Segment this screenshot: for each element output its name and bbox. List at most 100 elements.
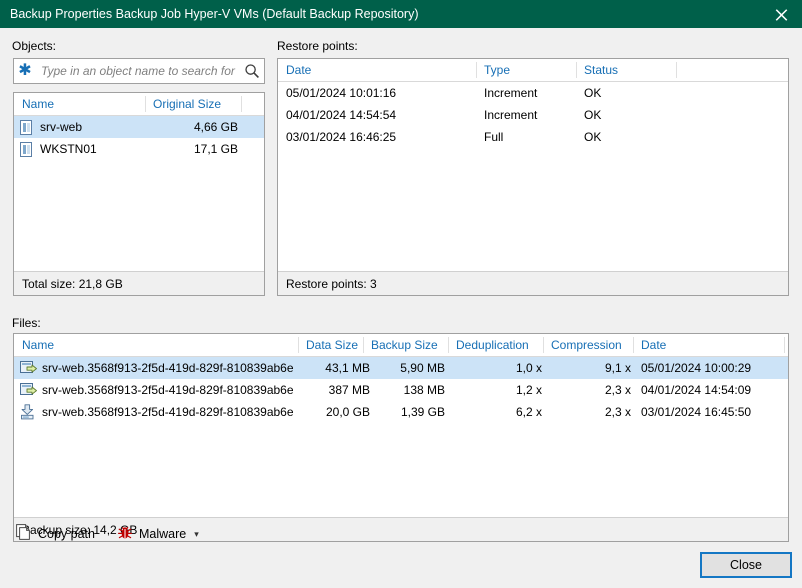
column-divider[interactable] xyxy=(298,337,299,353)
restore-points-count: Restore points: 3 xyxy=(278,271,788,295)
restore-points-label: Restore points: xyxy=(277,39,358,53)
file-data-size: 43,1 MB xyxy=(325,361,370,375)
column-divider[interactable] xyxy=(543,337,544,353)
column-divider[interactable] xyxy=(363,337,364,353)
close-glyph xyxy=(775,8,787,21)
close-button-label: Close xyxy=(730,558,762,572)
file-compression: 2,3 x xyxy=(604,383,631,397)
malware-label: Malware xyxy=(138,527,187,541)
chevron-down-icon[interactable]: ▾ xyxy=(194,529,199,540)
search-placeholder: Type in an object name to search for xyxy=(41,64,235,78)
file-name: srv-web.3568f913-2f5d-419d-829f-810839ab… xyxy=(42,405,294,419)
file-name: srv-web.3568f913-2f5d-419d-829f-810839ab… xyxy=(42,361,294,375)
malware-button[interactable]: Malware ▾ xyxy=(115,523,201,546)
objects-column-original-size[interactable]: Original Size xyxy=(153,93,238,115)
increment-file-icon xyxy=(20,382,37,398)
column-divider[interactable] xyxy=(633,337,634,353)
table-row[interactable]: WKSTN01 17,1 GB xyxy=(14,138,264,160)
objects-list-panel: Name Original Size srv-web 4,66 GB WKSTN… xyxy=(13,92,265,296)
table-row[interactable]: srv-web.3568f913-2f5d-419d-829f-810839ab… xyxy=(14,357,788,379)
objects-list-header: Name Original Size xyxy=(14,93,264,116)
copy-path-label: Copy path xyxy=(38,527,95,541)
file-date: 03/01/2024 16:45:50 xyxy=(641,405,752,419)
objects-total-size: Total size: 21,8 GB xyxy=(14,271,264,295)
column-divider[interactable] xyxy=(145,96,146,112)
column-divider[interactable] xyxy=(784,337,785,353)
objects-column-name[interactable]: Name xyxy=(22,93,142,115)
asterisk-icon: ✱ xyxy=(18,62,32,79)
table-row[interactable]: srv-web.3568f913-2f5d-419d-829f-810839ab… xyxy=(14,379,788,401)
file-date: 05/01/2024 10:00:29 xyxy=(641,361,752,375)
file-name: srv-web.3568f913-2f5d-419d-829f-810839ab… xyxy=(42,383,294,397)
table-row[interactable]: srv-web 4,66 GB xyxy=(14,116,264,138)
restore-point-status: OK xyxy=(584,108,602,122)
restore-point-type: Full xyxy=(484,130,504,144)
file-deduplication: 1,0 x xyxy=(515,361,542,375)
objects-rows: srv-web 4,66 GB WKSTN01 17,1 GB xyxy=(14,116,264,271)
restore-column-type[interactable]: Type xyxy=(484,59,574,81)
files-column-backup-size[interactable]: Backup Size xyxy=(371,334,451,356)
object-name: WKSTN01 xyxy=(40,142,97,156)
column-divider[interactable] xyxy=(241,96,242,112)
file-deduplication: 6,2 x xyxy=(515,405,542,419)
restore-points-rows: 05/01/2024 10:01:16 Increment OK 04/01/2… xyxy=(278,82,788,271)
files-column-deduplication[interactable]: Deduplication xyxy=(456,334,550,356)
vm-icon xyxy=(20,120,32,135)
files-label: Files: xyxy=(12,316,41,330)
object-original-size: 4,66 GB xyxy=(193,120,238,134)
vm-icon xyxy=(20,142,32,157)
restore-point-date: 03/01/2024 16:46:25 xyxy=(286,130,397,144)
files-column-compression[interactable]: Compression xyxy=(551,334,637,356)
restore-point-type: Increment xyxy=(484,108,538,122)
search-icon[interactable] xyxy=(240,63,264,79)
column-divider[interactable] xyxy=(676,62,677,78)
column-divider[interactable] xyxy=(576,62,577,78)
magnifier-glyph xyxy=(245,64,259,78)
restore-point-type: Increment xyxy=(484,86,538,100)
file-compression: 2,3 x xyxy=(604,405,631,419)
file-date: 04/01/2024 14:54:09 xyxy=(641,383,752,397)
close-icon[interactable] xyxy=(760,0,802,28)
files-panel: Name Data Size Backup Size Deduplication… xyxy=(13,333,789,542)
objects-label: Objects: xyxy=(12,39,57,53)
file-backup-size: 138 MB xyxy=(403,383,445,397)
restore-column-status[interactable]: Status xyxy=(584,59,674,81)
table-row[interactable]: 03/01/2024 16:46:25 Full OK xyxy=(278,126,788,148)
restore-point-status: OK xyxy=(584,130,602,144)
restore-points-panel: Date Type Status 05/01/2024 10:01:16 Inc… xyxy=(277,58,789,296)
copy-icon xyxy=(16,524,32,544)
window-titlebar: Backup Properties Backup Job Hyper-V VMs… xyxy=(0,0,802,28)
window-title: Backup Properties Backup Job Hyper-V VMs… xyxy=(10,7,419,21)
dialog-body: Objects: ✱ Type in an object name to sea… xyxy=(0,28,802,588)
table-row[interactable]: 05/01/2024 10:01:16 Increment OK xyxy=(278,82,788,104)
object-name: srv-web xyxy=(40,120,83,134)
restore-point-date: 05/01/2024 10:01:16 xyxy=(286,86,397,100)
full-file-icon xyxy=(20,404,37,420)
restore-column-date[interactable]: Date xyxy=(286,59,466,81)
column-divider[interactable] xyxy=(448,337,449,353)
search-input[interactable]: ✱ Type in an object name to search for xyxy=(13,58,265,84)
column-divider[interactable] xyxy=(476,62,477,78)
file-backup-size: 5,90 MB xyxy=(400,361,445,375)
file-data-size: 20,0 GB xyxy=(325,405,370,419)
bug-icon xyxy=(117,525,133,544)
object-original-size: 17,1 GB xyxy=(193,142,238,156)
file-deduplication: 1,2 x xyxy=(515,383,542,397)
restore-point-date: 04/01/2024 14:54:54 xyxy=(286,108,397,122)
restore-point-status: OK xyxy=(584,86,602,100)
table-row[interactable]: 04/01/2024 14:54:54 Increment OK xyxy=(278,104,788,126)
files-column-name[interactable]: Name xyxy=(22,334,297,356)
bottom-toolbar: Copy path Malware ▾ xyxy=(14,522,201,546)
file-compression: 9,1 x xyxy=(604,361,631,375)
copy-path-button[interactable]: Copy path xyxy=(14,522,97,546)
table-row[interactable]: srv-web.3568f913-2f5d-419d-829f-810839ab… xyxy=(14,401,788,423)
increment-file-icon xyxy=(20,360,37,376)
files-column-date[interactable]: Date xyxy=(641,334,771,356)
close-button[interactable]: Close xyxy=(700,552,792,578)
file-data-size: 387 MB xyxy=(328,383,370,397)
file-backup-size: 1,39 GB xyxy=(400,405,445,419)
files-column-data-size[interactable]: Data Size xyxy=(306,334,370,356)
files-rows: srv-web.3568f913-2f5d-419d-829f-810839ab… xyxy=(14,357,788,517)
files-header: Name Data Size Backup Size Deduplication… xyxy=(14,334,788,357)
restore-points-header: Date Type Status xyxy=(278,59,788,82)
